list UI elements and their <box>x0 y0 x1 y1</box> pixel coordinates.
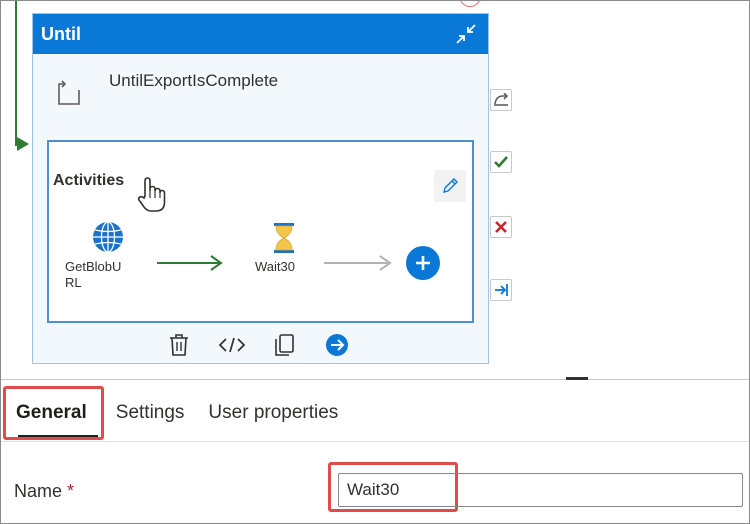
until-activity-container[interactable]: Until UntilExportIsComplete Activities G… <box>32 13 489 364</box>
name-input[interactable] <box>338 473 743 507</box>
tab-settings-label: Settings <box>115 401 185 423</box>
tab-settings[interactable]: Settings <box>104 385 197 441</box>
arrow-right-circle-icon[interactable] <box>323 331 351 359</box>
activity-node-wait30[interactable]: Wait30 <box>245 222 305 275</box>
required-marker: * <box>67 481 75 501</box>
add-activity-button[interactable] <box>406 246 440 280</box>
hand-cursor-icon <box>137 176 167 219</box>
collapse-icon[interactable] <box>453 21 479 47</box>
tab-user-properties-label: User properties <box>208 401 339 423</box>
until-header[interactable]: Until <box>33 14 488 54</box>
code-icon[interactable] <box>218 331 246 359</box>
activities-panel[interactable]: Activities GetBlobURL Wait30 <box>47 140 474 323</box>
error-indicator-icon <box>459 0 481 7</box>
edit-activities-button[interactable] <box>434 170 466 202</box>
loop-icon <box>55 80 83 108</box>
active-tab-underline <box>18 434 98 437</box>
pencil-icon <box>443 178 458 193</box>
copy-icon[interactable] <box>270 331 298 359</box>
pipeline-connector-line <box>15 1 17 146</box>
delete-icon[interactable] <box>165 331 193 359</box>
name-label-text: Name <box>14 481 63 501</box>
failure-icon[interactable] <box>490 216 512 238</box>
until-title: Until <box>41 23 81 44</box>
tab-general[interactable]: General <box>3 385 104 440</box>
skip-icon[interactable] <box>490 89 512 111</box>
properties-tabs: General Settings User properties <box>1 384 749 442</box>
success-connector-arrow <box>157 254 225 277</box>
pending-connector-arrow <box>324 254 394 277</box>
globe-icon <box>93 221 123 253</box>
name-field-label: Name * <box>14 481 74 502</box>
pipeline-canvas[interactable]: Until UntilExportIsComplete Activities G… <box>1 0 749 379</box>
panel-separator <box>1 379 749 380</box>
until-activity-name: UntilExportIsComplete <box>109 71 279 90</box>
activity-label-getbloburl: GetBlobURL <box>65 259 122 290</box>
plus-icon <box>416 256 430 270</box>
activity-label-wait30: Wait30 <box>255 259 295 274</box>
hourglass-icon <box>273 223 294 253</box>
pipeline-connector-arrow <box>17 137 29 151</box>
tab-general-label: General <box>16 401 87 423</box>
completion-icon[interactable] <box>490 279 512 301</box>
tab-user-properties[interactable]: User properties <box>196 385 350 441</box>
success-icon[interactable] <box>490 151 512 173</box>
until-summary[interactable]: UntilExportIsComplete <box>33 54 488 138</box>
resize-handle[interactable] <box>566 377 588 380</box>
until-toolbar <box>153 330 363 360</box>
activity-node-getbloburl[interactable]: GetBlobURL <box>65 220 129 291</box>
activities-label: Activities <box>53 172 125 189</box>
